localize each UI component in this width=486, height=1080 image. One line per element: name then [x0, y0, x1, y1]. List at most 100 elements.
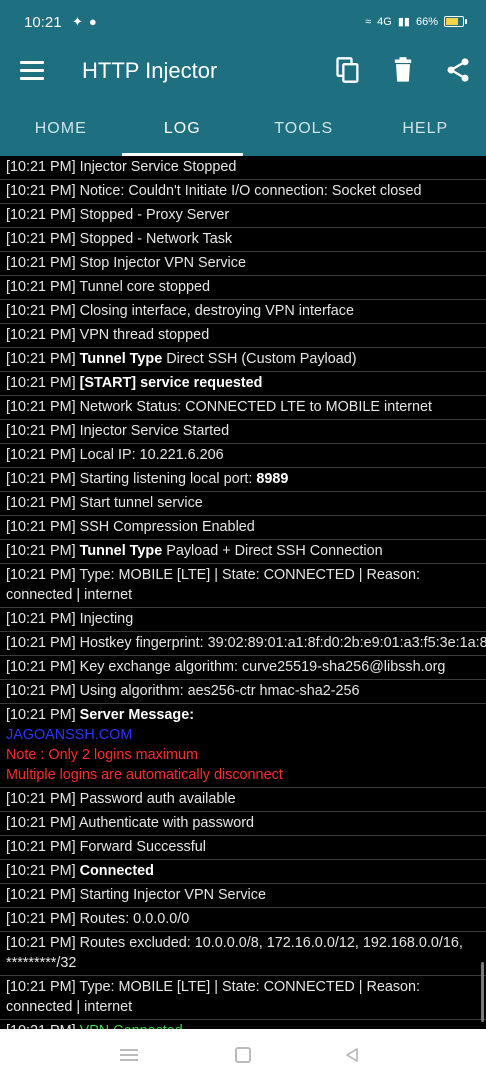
log-text: Injecting [79, 611, 134, 627]
log-entry: [10:21 PM] Using algorithm: aes256-ctr h… [0, 680, 486, 704]
log-entry: [10:21 PM] Routes excluded: 10.0.0.0/8, … [0, 932, 486, 976]
log-entry: [10:21 PM] Tunnel Type Direct SSH (Custo… [0, 348, 486, 372]
log-timestamp: [10:21 PM] [6, 887, 76, 903]
log-text: Direct SSH (Custom Payload) [166, 351, 357, 367]
log-timestamp: [10:21 PM] [6, 303, 76, 319]
log-text: Start tunnel service [79, 495, 203, 511]
log-text: Payload + Direct SSH Connection [166, 543, 383, 559]
log-entry: [10:21 PM] Starting listening local port… [0, 468, 486, 492]
log-timestamp: [10:21 PM] [6, 815, 76, 831]
log-timestamp: [10:21 PM] [6, 207, 76, 223]
log-timestamp: [10:21 PM] [6, 375, 76, 391]
log-entry: [10:21 PM] Connected [0, 860, 486, 884]
log-timestamp: [10:21 PM] [6, 839, 76, 855]
log-list[interactable]: [10:21 PM] Injector Service Stopped [10:2… [0, 156, 486, 1029]
log-entry: [10:21 PM] Type: MOBILE [LTE] | State: C… [0, 564, 486, 608]
tab-log[interactable]: LOG [122, 98, 244, 156]
log-timestamp: [10:21 PM] [6, 495, 76, 511]
log-timestamp: [10:21 PM] [6, 231, 76, 247]
log-bold-label: Connected [79, 863, 154, 879]
system-nav-bar [0, 1029, 486, 1080]
back-icon[interactable] [344, 1047, 360, 1063]
log-timestamp: [10:21 PM] [6, 519, 76, 535]
recent-apps-icon[interactable] [120, 1049, 138, 1061]
log-entry: [10:21 PM] Injector Service Started [0, 420, 486, 444]
log-text: Tunnel core stopped [79, 279, 211, 295]
log-timestamp: [10:21 PM] [6, 159, 76, 175]
log-entry: [10:21 PM] Network Status: CONNECTED LTE… [0, 396, 486, 420]
log-text: Stopped - Network Task [79, 231, 233, 247]
log-entry: [10:21 PM] Closing interface, destroying… [0, 300, 486, 324]
tab-tools[interactable]: TOOLS [243, 98, 365, 156]
log-text: Using algorithm: aes256-ctr hmac-sha2-25… [79, 683, 360, 699]
log-timestamp: [10:21 PM] [6, 279, 76, 295]
tab-help[interactable]: HELP [365, 98, 486, 156]
log-entry: [10:21 PM] Hostkey fingerprint: 39:02:89… [0, 632, 486, 656]
log-entry: [10:21 PM] Type: MOBILE [LTE] | State: C… [0, 976, 486, 1020]
log-timestamp: [10:21 PM] [6, 567, 76, 583]
log-text: Stopped - Proxy Server [79, 207, 230, 223]
log-text: Injector Service Stopped [79, 159, 237, 175]
log-timestamp: [10:21 PM] [6, 611, 76, 627]
log-text: Routes: 0.0.0.0/0 [79, 911, 190, 927]
home-icon[interactable] [235, 1047, 251, 1063]
log-text: Starting Injector VPN Service [79, 887, 266, 903]
log-bold-label: Tunnel Type [79, 543, 163, 559]
status-bar: 10:21 ✦● ≈ 4G ▮▮ 66% [0, 0, 486, 44]
log-entry: [10:21 PM] VPN thread stopped [0, 324, 486, 348]
log-entry: [10:21 PM] [START] service requested [0, 372, 486, 396]
network-type: 4G [377, 15, 392, 28]
log-entry: [10:21 PM] Key exchange algorithm: curve… [0, 656, 486, 680]
log-entry: [10:21 PM] Start tunnel service [0, 492, 486, 516]
status-right: ≈ 4G ▮▮ 66% [365, 15, 467, 28]
log-bold-value: 8989 [256, 471, 289, 487]
log-entry: [10:21 PM] Stop Injector VPN Service [0, 252, 486, 276]
log-entry: [10:21 PM] Routes: 0.0.0.0/0 [0, 908, 486, 932]
signal-icon: ▮▮ [397, 16, 410, 28]
log-entry: [10:21 PM] VPN Connected [0, 1020, 486, 1029]
status-time: 10:21 [24, 14, 62, 31]
trash-icon[interactable] [389, 56, 417, 84]
app-bar: HTTP Injector [0, 44, 486, 98]
log-timestamp: [10:21 PM] [6, 447, 76, 463]
tab-home[interactable]: HOME [0, 98, 122, 156]
log-timestamp: [10:21 PM] [6, 183, 76, 199]
log-text: Network Status: CONNECTED LTE to MOBILE … [79, 399, 433, 415]
log-entry: [10:21 PM] Injector Service Stopped [0, 156, 486, 180]
log-timestamp: [10:21 PM] [6, 255, 76, 271]
log-bold-label: [START] service requested [79, 375, 263, 391]
status-notification-icons: ✦● [72, 14, 103, 29]
menu-icon[interactable] [20, 61, 44, 81]
log-timestamp: [10:21 PM] [6, 399, 76, 415]
log-timestamp: [10:21 PM] [6, 659, 76, 675]
log-entry: [10:21 PM] Injecting [0, 608, 486, 632]
log-text: Starting listening local port: [79, 471, 253, 487]
log-timestamp: [10:21 PM] [6, 471, 76, 487]
log-bold-label: Server Message: [79, 707, 194, 723]
log-text: Password auth available [79, 791, 236, 807]
log-text: Injector Service Started [79, 423, 230, 439]
share-icon[interactable] [444, 56, 472, 84]
log-text: Key exchange algorithm: curve25519-sha25… [79, 659, 446, 675]
log-timestamp: [10:21 PM] [6, 543, 76, 559]
battery-icon [444, 16, 467, 27]
scrollbar[interactable] [481, 962, 484, 1022]
log-entry: [10:21 PM] Password auth available [0, 788, 486, 812]
server-message-line: Multiple logins are automatically discon… [6, 767, 283, 783]
log-timestamp: [10:21 PM] [6, 707, 76, 723]
log-entry: [10:21 PM] Tunnel Type Payload + Direct … [0, 540, 486, 564]
log-timestamp: [10:21 PM] [6, 683, 76, 699]
log-text: Stop Injector VPN Service [79, 255, 246, 271]
log-text: Notice: Couldn't Initiate I/O connection… [79, 183, 422, 199]
log-text: Closing interface, destroying VPN interf… [79, 303, 354, 319]
log-timestamp: [10:21 PM] [6, 327, 76, 343]
log-text: Local IP: 10.221.6.206 [79, 447, 224, 463]
log-text: Hostkey fingerprint: 39:02:89:01:a1:8f:d… [79, 635, 486, 651]
log-entry: [10:21 PM] Stopped - Proxy Server [0, 204, 486, 228]
log-text: SSH Compression Enabled [79, 519, 255, 535]
log-bold-label: Tunnel Type [79, 351, 163, 367]
copy-icon[interactable] [334, 56, 362, 84]
log-entry: [10:21 PM] Tunnel core stopped [0, 276, 486, 300]
server-message-line: JAGOANSSH.COM [6, 727, 133, 743]
log-entry: [10:21 PM] Local IP: 10.221.6.206 [0, 444, 486, 468]
